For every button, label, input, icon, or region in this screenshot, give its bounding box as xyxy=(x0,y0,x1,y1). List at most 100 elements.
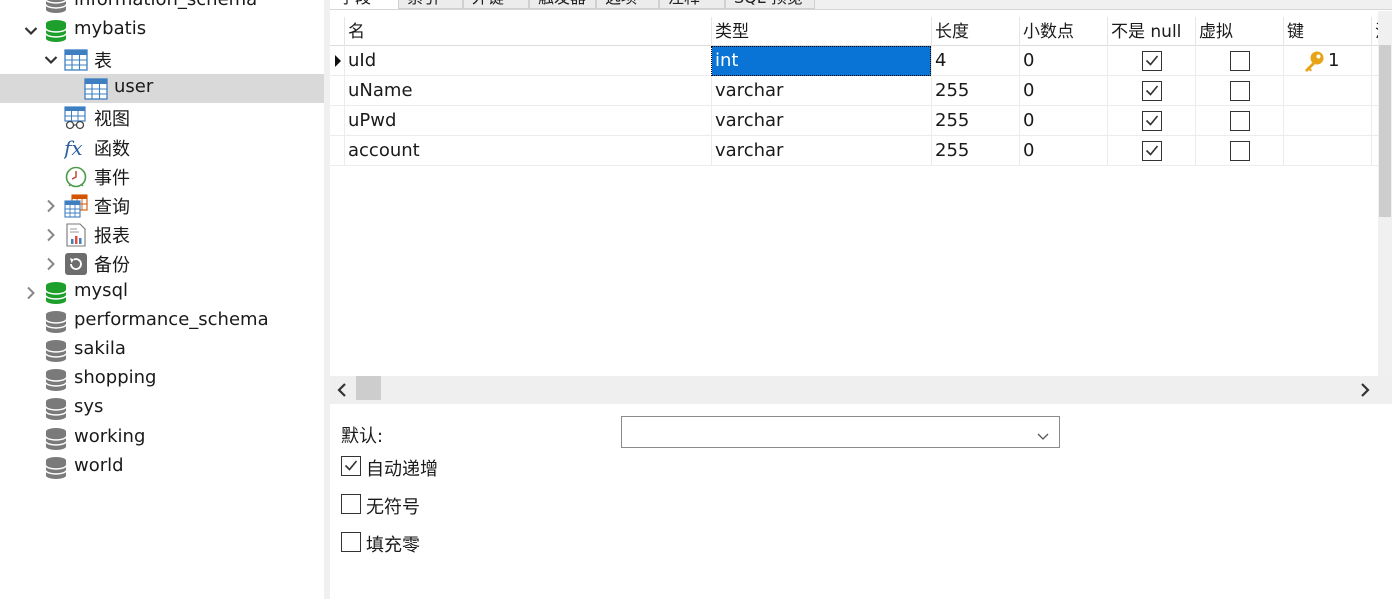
table-row[interactable]: uName varchar 255 0 xyxy=(330,76,1378,106)
horizontal-scrollbar-thumb[interactable] xyxy=(356,376,381,400)
table-row[interactable]: account varchar 255 0 xyxy=(330,136,1378,166)
field-name-cell[interactable]: uId xyxy=(344,46,711,76)
column-header[interactable]: 类型 xyxy=(711,17,931,46)
zerofill-label[interactable]: 填充零 xyxy=(366,531,420,557)
tab-3[interactable]: 触发器 xyxy=(529,0,596,9)
virtual-cell[interactable] xyxy=(1195,106,1283,136)
virtual-checkbox[interactable] xyxy=(1230,81,1250,101)
tree-item-world[interactable]: world xyxy=(0,453,324,482)
length-cell[interactable]: 255 xyxy=(931,106,1019,136)
field-name-cell[interactable]: account xyxy=(344,136,711,166)
column-header[interactable]: 键 xyxy=(1283,17,1371,46)
virtual-cell[interactable] xyxy=(1195,46,1283,76)
chevron-right-icon[interactable] xyxy=(24,286,38,300)
column-header[interactable]: 注 xyxy=(1371,17,1378,46)
table-row[interactable]: uPwd varchar 255 0 xyxy=(330,106,1378,136)
comment-cell[interactable] xyxy=(1371,136,1378,166)
key-cell[interactable]: 1 xyxy=(1283,46,1371,76)
not-null-cell[interactable] xyxy=(1107,136,1195,166)
tree-item[interactable]: 查询 xyxy=(0,191,324,220)
tree-item-mybatis[interactable]: mybatis xyxy=(0,16,324,45)
not-null-checkbox[interactable] xyxy=(1142,51,1162,71)
decimals-cell[interactable]: 0 xyxy=(1019,136,1107,166)
not-null-checkbox[interactable] xyxy=(1142,81,1162,101)
column-header[interactable]: 名 xyxy=(344,17,711,46)
key-cell[interactable] xyxy=(1283,76,1371,106)
length-cell[interactable]: 255 xyxy=(931,136,1019,166)
field-type-cell[interactable]: varchar xyxy=(711,136,931,166)
tree-item-mysql[interactable]: mysql xyxy=(0,278,324,307)
unsigned-label[interactable]: 无符号 xyxy=(366,493,420,519)
tree-item-sys[interactable]: sys xyxy=(0,394,324,423)
virtual-cell[interactable] xyxy=(1195,136,1283,166)
column-header[interactable]: 小数点 xyxy=(1019,17,1107,46)
not-null-checkbox[interactable] xyxy=(1142,111,1162,131)
field-name-cell[interactable]: uName xyxy=(344,76,711,106)
not-null-cell[interactable] xyxy=(1107,46,1195,76)
tree-item-sakila[interactable]: sakila xyxy=(0,336,324,365)
tree-item[interactable]: 备份 xyxy=(0,249,324,278)
default-value-select[interactable] xyxy=(621,416,1060,448)
tree-item-label: working xyxy=(74,425,146,447)
tree-item-shopping[interactable]: shopping xyxy=(0,365,324,394)
auto-increment-label[interactable]: 自动递增 xyxy=(366,455,438,481)
tree-item-user[interactable]: user xyxy=(0,74,324,104)
tree-item-label: 视图 xyxy=(94,109,130,131)
auto-increment-checkbox[interactable] xyxy=(341,456,361,476)
key-cell[interactable] xyxy=(1283,106,1371,136)
field-name-cell[interactable]: uPwd xyxy=(344,106,711,136)
chevron-right-icon[interactable] xyxy=(44,257,58,271)
tree-item-working[interactable]: working xyxy=(0,424,324,453)
field-type-cell[interactable]: varchar xyxy=(711,76,931,106)
comment-cell[interactable] xyxy=(1371,76,1378,106)
tree-item-performance_schema[interactable]: performance_schema xyxy=(0,307,324,336)
zerofill-checkbox[interactable] xyxy=(341,532,361,552)
virtual-checkbox[interactable] xyxy=(1230,141,1250,161)
length-cell[interactable]: 255 xyxy=(931,76,1019,106)
tab-5[interactable]: 注释 xyxy=(659,0,725,9)
decimals-cell[interactable]: 0 xyxy=(1019,106,1107,136)
tree-item[interactable]: 事件 xyxy=(0,162,324,191)
fields-grid[interactable]: 名类型长度小数点不是 null虚拟键注 uIdint40 1uNamevarch… xyxy=(330,11,1378,376)
table-row[interactable]: uId int 4 0 1 xyxy=(330,46,1378,76)
tree-item[interactable]: 报表 xyxy=(0,220,324,249)
not-null-checkbox[interactable] xyxy=(1142,141,1162,161)
column-header[interactable]: 长度 xyxy=(931,17,1019,46)
field-type-cell[interactable]: varchar xyxy=(711,106,931,136)
chevron-down-icon[interactable] xyxy=(44,53,58,67)
virtual-checkbox[interactable] xyxy=(1230,51,1250,71)
tree-item[interactable]: 表 xyxy=(0,45,324,74)
comment-cell[interactable] xyxy=(1371,46,1378,76)
not-null-cell[interactable] xyxy=(1107,106,1195,136)
horizontal-scrollbar[interactable] xyxy=(330,376,1392,404)
virtual-checkbox[interactable] xyxy=(1230,111,1250,131)
tab-6[interactable]: SQL 预览 xyxy=(725,0,815,9)
database-gray-icon xyxy=(44,368,68,392)
tree-item[interactable]: fx 函数 xyxy=(0,133,324,162)
column-header[interactable]: 虚拟 xyxy=(1195,17,1283,46)
tab-0[interactable]: 字段 xyxy=(330,0,398,9)
unsigned-checkbox[interactable] xyxy=(341,494,361,514)
column-header[interactable]: 不是 null xyxy=(1107,17,1195,46)
tree-item-information_schema[interactable]: information_schema xyxy=(0,0,324,16)
chevron-down-icon[interactable] xyxy=(24,24,38,38)
comment-cell[interactable] xyxy=(1371,106,1378,136)
vertical-scrollbar-thumb[interactable] xyxy=(1379,45,1391,217)
database-tree[interactable]: information_schema mybatis 表 user xyxy=(0,0,324,599)
tree-item[interactable]: 视图 xyxy=(0,103,324,132)
decimals-cell[interactable]: 0 xyxy=(1019,76,1107,106)
length-cell[interactable]: 4 xyxy=(931,46,1019,76)
tab-2[interactable]: 外键 xyxy=(463,0,529,9)
tab-4[interactable]: 选项 xyxy=(596,0,659,9)
scroll-right-icon[interactable] xyxy=(1359,381,1371,402)
field-type-cell[interactable]: int xyxy=(711,46,931,76)
vertical-scrollbar[interactable] xyxy=(1378,11,1392,376)
not-null-cell[interactable] xyxy=(1107,76,1195,106)
virtual-cell[interactable] xyxy=(1195,76,1283,106)
tab-1[interactable]: 索引 xyxy=(398,0,463,9)
chevron-right-icon[interactable] xyxy=(44,199,58,213)
chevron-right-icon[interactable] xyxy=(44,228,58,242)
decimals-cell[interactable]: 0 xyxy=(1019,46,1107,76)
scroll-left-icon[interactable] xyxy=(336,381,348,402)
key-cell[interactable] xyxy=(1283,136,1371,166)
